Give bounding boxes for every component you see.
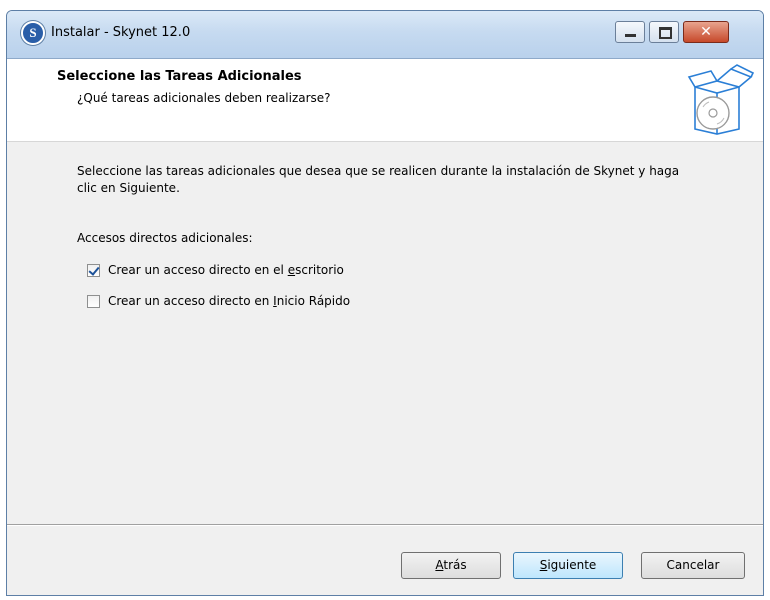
installer-box-icon (687, 64, 755, 135)
minimize-icon[interactable] (615, 21, 645, 43)
instructions-text: Seleccione las tareas adicionales que de… (77, 164, 680, 195)
maximize-icon[interactable] (649, 21, 679, 43)
window-title: Instalar - Skynet 12.0 (51, 25, 191, 40)
task-desktop-shortcut[interactable]: Crear un acceso directo en el escritorio (87, 261, 344, 279)
wizard-header: Seleccione las Tareas Adicionales ¿Qué t… (7, 59, 763, 142)
next-button[interactable]: Siguiente (513, 552, 623, 579)
footer-separator (7, 524, 763, 526)
installer-window: S Instalar - Skynet 12.0 ✕ Seleccione la… (6, 10, 764, 596)
back-button[interactable]: Atrás (401, 552, 501, 579)
quicklaunch-shortcut-label: Crear un acceso directo en Inicio Rápido (108, 294, 351, 308)
page-title: Seleccione las Tareas Adicionales (57, 69, 302, 84)
title-bar[interactable]: S Instalar - Skynet 12.0 ✕ (7, 11, 763, 59)
cancel-button[interactable]: Cancelar (641, 552, 745, 579)
app-icon[interactable]: S (21, 21, 45, 45)
quicklaunch-shortcut-checkbox[interactable] (87, 294, 100, 308)
shortcuts-group-label: Accesos directos adicionales: (77, 231, 253, 245)
task-quicklaunch-shortcut[interactable]: Crear un acceso directo en Inicio Rápido (87, 292, 350, 310)
page-subtitle: ¿Qué tareas adicionales deben realizarse… (77, 91, 331, 105)
desktop-shortcut-label: Crear un acceso directo en el escritorio (108, 263, 344, 277)
app-icon-letter: S (29, 25, 37, 40)
close-icon[interactable]: ✕ (683, 21, 729, 43)
desktop-shortcut-checkbox[interactable] (87, 263, 100, 277)
close-glyph: ✕ (700, 24, 712, 40)
